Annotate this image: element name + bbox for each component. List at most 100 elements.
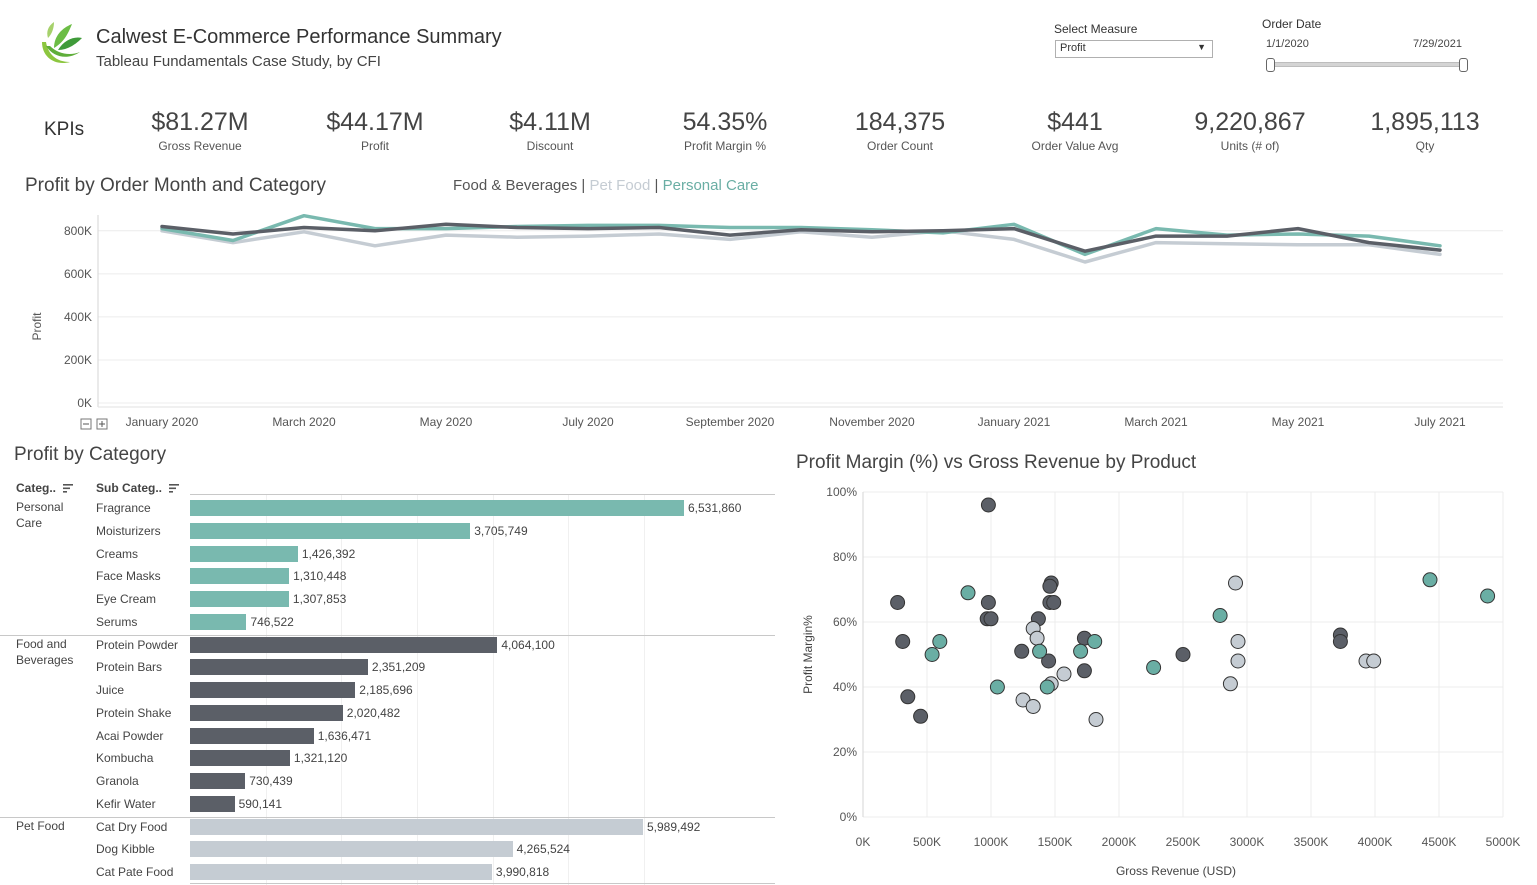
bar-row[interactable]: Acai Powder 1,636,471 bbox=[0, 725, 780, 748]
scatter-point-food[interactable] bbox=[1332, 634, 1348, 649]
bar-row[interactable]: Eye Cream 1,307,853 bbox=[0, 588, 780, 611]
scatter-point-pet[interactable] bbox=[1230, 634, 1246, 649]
bar-row[interactable]: Moisturizers 3,705,749 bbox=[0, 520, 780, 543]
bar-row[interactable]: Granola 730,439 bbox=[0, 770, 780, 793]
scatter-point-pet[interactable] bbox=[1366, 653, 1382, 669]
bar[interactable] bbox=[190, 841, 513, 858]
bar[interactable] bbox=[190, 750, 290, 767]
scatter-point-pet[interactable] bbox=[1029, 630, 1045, 646]
kpi-value: $44.17M bbox=[326, 108, 424, 136]
y-tick-label: 80% bbox=[833, 550, 857, 564]
bar-value-label: 3,705,749 bbox=[474, 523, 528, 538]
scatter-point-personal[interactable] bbox=[1073, 643, 1089, 659]
scatter-point-food[interactable] bbox=[1046, 595, 1062, 610]
measure-dropdown[interactable]: Profit ▼ bbox=[1055, 40, 1213, 58]
bar[interactable] bbox=[190, 818, 643, 835]
scatter-point-food[interactable] bbox=[900, 689, 916, 705]
bar[interactable] bbox=[190, 727, 314, 744]
bar[interactable] bbox=[190, 568, 290, 585]
scatter-point-pet[interactable] bbox=[1056, 666, 1072, 682]
category-header-label: Categ.. bbox=[16, 481, 57, 495]
date-slider-end-handle[interactable] bbox=[1459, 58, 1468, 72]
scatter-point-food[interactable] bbox=[1175, 647, 1191, 662]
legend-personal[interactable]: Personal Care bbox=[663, 177, 759, 194]
scatter-point-pet[interactable] bbox=[1088, 712, 1104, 727]
bar-row[interactable]: Protein Bars 2,351,209 bbox=[0, 656, 780, 679]
kpi-label: Profit Margin % bbox=[683, 139, 767, 153]
scatter-point-personal[interactable] bbox=[1087, 634, 1103, 649]
bar-value-label: 2,351,209 bbox=[371, 660, 426, 675]
scatter-point-food[interactable] bbox=[890, 595, 906, 610]
scatter-point-food[interactable] bbox=[1014, 643, 1030, 659]
sort-icon[interactable] bbox=[169, 484, 180, 493]
bar[interactable] bbox=[190, 591, 289, 607]
collapse-icon[interactable] bbox=[80, 418, 92, 430]
y-tick-label: 0K bbox=[77, 396, 92, 410]
bar[interactable] bbox=[190, 773, 246, 789]
scatter-point-pet[interactable] bbox=[1025, 699, 1041, 714]
scatter-point-personal[interactable] bbox=[924, 647, 940, 662]
scatter-point-pet[interactable] bbox=[1222, 676, 1238, 692]
bar[interactable] bbox=[190, 545, 298, 562]
bar[interactable] bbox=[190, 659, 368, 676]
bar-row[interactable]: Serums 746,522 bbox=[0, 611, 780, 634]
bar[interactable] bbox=[190, 682, 356, 698]
bar-value-label: 4,265,524 bbox=[516, 842, 570, 857]
bar[interactable] bbox=[190, 864, 492, 880]
scatter-point-personal[interactable] bbox=[932, 634, 948, 649]
scatter-point-personal[interactable] bbox=[1212, 608, 1228, 623]
sort-icon[interactable] bbox=[63, 484, 74, 493]
scatter-point-personal[interactable] bbox=[1480, 588, 1496, 604]
date-range-slider[interactable] bbox=[1272, 62, 1464, 67]
scatter-point-food[interactable] bbox=[1042, 578, 1058, 594]
scatter-point-personal[interactable] bbox=[960, 585, 976, 601]
profit-line-chart[interactable]: 0K 200K 400K 600K 800K Profit January 2020 Marc… bbox=[0, 205, 1537, 435]
legend-separator: | bbox=[581, 177, 586, 194]
bar-row[interactable]: Kombucha 1,321,120 bbox=[0, 747, 780, 770]
x-tick-label: May 2021 bbox=[1272, 415, 1325, 429]
series-line-food[interactable] bbox=[160, 222, 1442, 253]
kpi-value: $441 bbox=[1047, 108, 1103, 136]
bar-row[interactable]: Protein Powder 4,064,100 bbox=[0, 634, 780, 657]
bar-row[interactable]: Protein Shake 2,020,482 bbox=[0, 702, 780, 725]
scatter-point-food[interactable] bbox=[983, 611, 999, 627]
scatter-point-food[interactable] bbox=[980, 595, 996, 610]
legend-food[interactable]: Food & Beverages bbox=[453, 177, 577, 194]
bar-row[interactable]: Dog Kibble 4,265,524 bbox=[0, 838, 780, 861]
scatter-point-pet[interactable] bbox=[1230, 653, 1246, 669]
subcategory-label: Cat Pate Food bbox=[96, 865, 174, 879]
category-column-header[interactable]: Categ.. bbox=[16, 481, 74, 495]
expand-icon[interactable] bbox=[96, 418, 108, 430]
bar[interactable] bbox=[190, 795, 235, 812]
bar[interactable] bbox=[190, 500, 684, 516]
scatter-point-food[interactable] bbox=[1076, 663, 1092, 679]
scatter-point-personal[interactable] bbox=[1422, 572, 1438, 588]
scatter-point-food[interactable] bbox=[895, 634, 911, 649]
bar-row[interactable]: Kefir Water 590,141 bbox=[0, 793, 780, 816]
kpi-value: 184,375 bbox=[854, 108, 946, 136]
subcategory-label: Protein Shake bbox=[96, 705, 172, 720]
subcategory-column-header[interactable]: Sub Categ.. bbox=[96, 481, 180, 495]
kpi-label: Units (# of) bbox=[1220, 139, 1280, 153]
legend-pet[interactable]: Pet Food bbox=[590, 177, 651, 194]
bar[interactable] bbox=[190, 636, 498, 653]
bar[interactable] bbox=[190, 522, 471, 539]
scatter-point-food[interactable] bbox=[913, 708, 929, 724]
bar-row[interactable]: Face Masks 1,310,448 bbox=[0, 565, 780, 588]
bar-row[interactable]: Creams 1,426,392 bbox=[0, 543, 780, 566]
bar-row[interactable]: Juice 2,185,696 bbox=[0, 679, 780, 702]
date-slider-start-handle[interactable] bbox=[1266, 58, 1275, 72]
profit-margin-scatter[interactable]: 0% 20% 40% 60% 80% 100% 0K 500K 1000K 1500K 2000K 2… bbox=[790, 478, 1530, 883]
scatter-point-personal[interactable] bbox=[1039, 679, 1055, 695]
scatter-point-pet[interactable] bbox=[1228, 575, 1243, 591]
bar-row[interactable]: Cat Dry Food 5,989,492 bbox=[0, 816, 780, 839]
scatter-point-personal[interactable] bbox=[1032, 643, 1048, 659]
calwest-logo bbox=[42, 22, 82, 64]
scatter-point-personal[interactable] bbox=[1146, 660, 1162, 675]
scatter-point-personal[interactable] bbox=[989, 679, 1005, 695]
bar-row[interactable]: Fragrance 6,531,860 bbox=[0, 497, 780, 520]
bar[interactable] bbox=[190, 704, 343, 721]
scatter-point-food[interactable] bbox=[980, 497, 996, 513]
bar[interactable] bbox=[190, 613, 247, 630]
bar-row[interactable]: Cat Pate Food 3,990,818 bbox=[0, 861, 780, 884]
